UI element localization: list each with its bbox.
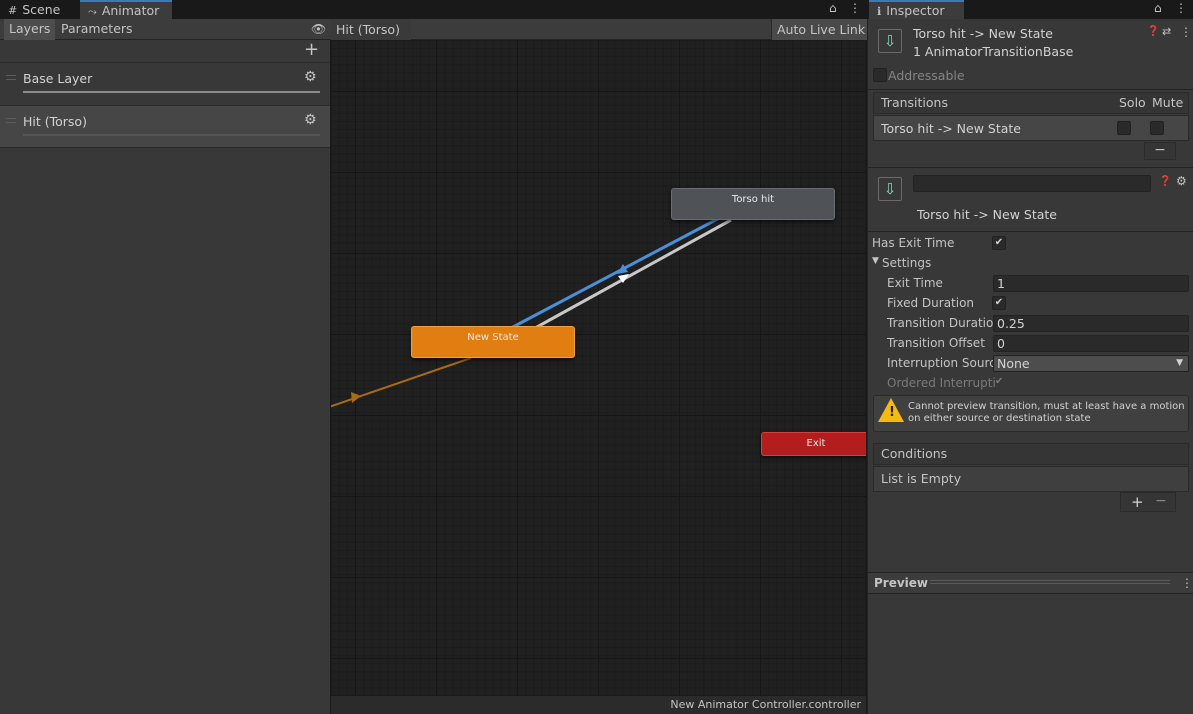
layer-name: Hit (Torso) <box>23 114 87 129</box>
exit-time-label: Exit Time <box>887 276 943 290</box>
has-exit-time-checkbox[interactable]: ✔ <box>992 236 1006 250</box>
animator-graph[interactable]: Torso hit New State Exit <box>331 40 866 695</box>
chevron-down-icon: ▼ <box>1176 358 1183 368</box>
warning-exclamation-icon: ! <box>889 405 895 420</box>
help-icon[interactable]: ❓ <box>1147 26 1159 37</box>
grid-icon: # <box>8 4 18 17</box>
transitions-header: Transitions Solo Mute <box>873 92 1189 114</box>
addressable-checkbox[interactable] <box>873 68 887 82</box>
inspector-lock-icon[interactable]: ⌂ <box>1154 1 1162 15</box>
divider <box>868 89 1193 90</box>
ordered-interruption-checkbox[interactable]: ✔ <box>995 376 1003 387</box>
state-node-new-state[interactable]: New State <box>411 326 575 358</box>
layer-base[interactable]: Base Layer ⚙ <box>0 62 330 104</box>
sub-title: Torso hit -> New State <box>917 207 1057 222</box>
interruption-source-label: Interruption Sourc <box>887 356 996 370</box>
top-tab-bar <box>0 0 1193 19</box>
fixed-duration-checkbox[interactable]: ✔ <box>992 296 1006 310</box>
gear-icon[interactable]: ⚙ <box>1176 174 1187 188</box>
layer-weight-slider[interactable] <box>23 134 320 136</box>
ordered-interruption-label: Ordered Interrupti <box>887 376 996 390</box>
gear-icon[interactable]: ⚙ <box>304 112 317 128</box>
animator-icon: ⤳ <box>88 5 97 18</box>
inspector-panel: ⇩ Torso hit -> New State 1 AnimatorTrans… <box>867 19 1193 714</box>
transition-offset-label: Transition Offset <box>887 336 985 350</box>
exit-time-field[interactable]: 1 <box>993 275 1189 292</box>
remove-transition-button[interactable]: − <box>1144 142 1176 160</box>
tab-scene[interactable]: # Scene <box>0 0 80 19</box>
drag-handle-icon[interactable] <box>6 75 16 80</box>
exit-node[interactable]: Exit <box>761 432 866 456</box>
header-subtitle: 1 AnimatorTransitionBase <box>913 44 1074 59</box>
divider <box>868 231 1193 232</box>
more-menu-icon[interactable]: ⋮ <box>849 1 861 15</box>
header-title: Torso hit -> New State <box>913 26 1053 41</box>
transition-duration-label: Transition Duratio <box>887 316 994 330</box>
transition-lines <box>331 212 732 408</box>
more-menu-icon[interactable]: ⋮ <box>1181 576 1193 590</box>
preview-label: Preview <box>874 576 929 590</box>
transition-duration-field[interactable]: 0.25 <box>993 315 1189 332</box>
add-condition-button[interactable]: + <box>1131 493 1144 511</box>
more-menu-icon[interactable]: ⋮ <box>1180 25 1192 39</box>
transition-list-row[interactable]: Torso hit -> New State <box>873 115 1189 141</box>
addressable-label: Addressable <box>888 68 965 83</box>
divider <box>868 167 1193 168</box>
conditions-footer: + − <box>1120 492 1176 512</box>
breadcrumb-arrow <box>403 19 412 39</box>
add-layer-button[interactable]: + <box>304 39 319 60</box>
status-bar: New Animator Controller.controller <box>331 695 866 714</box>
settings-label[interactable]: Settings <box>882 256 931 270</box>
tab-layers[interactable]: Layers <box>4 19 56 40</box>
tab-animator[interactable]: ⤳ Animator <box>80 0 172 19</box>
layer-name: Base Layer <box>23 71 93 86</box>
settings-foldout-icon[interactable]: ▼ <box>872 256 879 266</box>
eye-icon[interactable]: 👁 <box>311 22 326 36</box>
interruption-source-value: None <box>997 356 1030 371</box>
transition-icon: ⇩ <box>878 29 902 53</box>
info-icon: ℹ <box>877 5 882 18</box>
warning-box: ! Cannot preview transition, must at lea… <box>873 395 1189 432</box>
auto-live-link-button[interactable]: Auto Live Link <box>771 19 871 40</box>
help-icon[interactable]: ❓ <box>1159 176 1171 187</box>
transition-name-input[interactable] <box>913 175 1151 192</box>
tab-parameters[interactable]: Parameters <box>56 19 138 40</box>
warning-text: Cannot preview transition, must at least… <box>908 401 1185 424</box>
drag-handle-icon[interactable] <box>6 118 16 123</box>
transition-row-label: Torso hit -> New State <box>881 121 1021 136</box>
lock-icon[interactable]: ⌂ <box>829 1 837 15</box>
mute-label: Mute <box>1152 95 1184 110</box>
has-exit-time-label: Has Exit Time <box>872 236 955 250</box>
interruption-source-dropdown[interactable]: None ▼ <box>993 355 1189 372</box>
layer-hit-torso[interactable]: Hit (Torso) ⚙ <box>0 105 330 148</box>
transition-offset-field[interactable]: 0 <box>993 335 1189 352</box>
transition-icon: ⇩ <box>878 177 902 201</box>
remove-condition-button[interactable]: − <box>1155 493 1167 509</box>
preview-bar[interactable]: Preview ⋮ <box>868 572 1193 594</box>
breadcrumb[interactable]: Hit (Torso) <box>331 19 411 40</box>
solo-checkbox[interactable] <box>1117 121 1131 135</box>
gear-icon[interactable]: ⚙ <box>304 69 317 85</box>
preset-icon[interactable]: ⇄ <box>1162 25 1171 38</box>
state-node-torso-hit[interactable]: Torso hit <box>671 188 835 220</box>
mute-checkbox[interactable] <box>1150 121 1164 135</box>
layer-weight-slider[interactable] <box>23 91 320 93</box>
conditions-header: Conditions <box>873 443 1189 465</box>
inspector-more-menu-icon[interactable]: ⋮ <box>1175 1 1187 15</box>
conditions-empty: List is Empty <box>873 466 1189 492</box>
tab-inspector[interactable]: ℹ Inspector <box>869 0 964 19</box>
preview-drag-handle[interactable] <box>930 580 1170 584</box>
solo-label: Solo <box>1119 95 1146 110</box>
fixed-duration-label: Fixed Duration <box>887 296 975 310</box>
